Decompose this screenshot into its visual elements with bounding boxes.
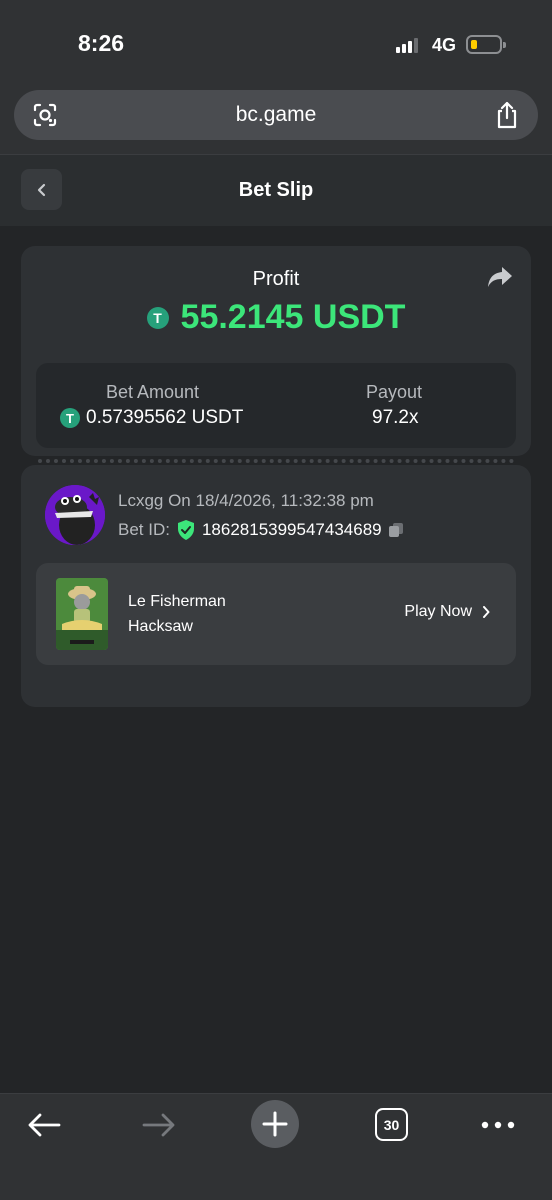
page: 8:26 4G bc.game Bet Slip Profit T 55.214…: [0, 0, 552, 1200]
profit-label: Profit: [252, 268, 300, 290]
profit-row: T 55.2145 USDT: [21, 298, 531, 337]
new-tab-button[interactable]: [251, 1100, 299, 1148]
usdt-coin-icon: T: [146, 306, 169, 329]
bet-details-card: Lcxgg On 18/4/2026, 11:32:38 pm Bet ID: …: [21, 465, 531, 707]
page-header: Bet Slip: [0, 155, 552, 226]
ticket-divider: [38, 459, 514, 463]
bet-id-label: Bet ID:: [118, 520, 170, 539]
signal-icon: [396, 37, 422, 53]
payout-value: 97.2x: [372, 407, 419, 428]
bet-amount-value: 0.57395562 USDT: [86, 407, 244, 428]
bet-amount-value-row: T 0.57395562 USDT: [60, 407, 243, 429]
browser-top-bar: 8:26 4G bc.game: [0, 0, 552, 155]
share-icon[interactable]: [494, 101, 520, 129]
verified-shield-icon: [177, 520, 194, 540]
profit-value: 55.2145 USDT: [180, 298, 406, 336]
profit-card: Profit T 55.2145 USDT Bet Amount T 0.573…: [21, 246, 531, 456]
plus-icon: [262, 1111, 288, 1137]
bet-user-time: Lcxgg On 18/4/2026, 11:32:38 pm: [118, 491, 374, 510]
forward-arrow-icon[interactable]: [141, 1112, 177, 1138]
page-title: Bet Slip: [238, 179, 314, 201]
usdt-coin-icon: T: [60, 408, 80, 428]
tabs-button[interactable]: 30: [375, 1108, 408, 1141]
address-bar[interactable]: bc.game: [14, 90, 538, 140]
browser-toolbar: 30: [0, 1093, 552, 1200]
play-now-label: Play Now: [404, 603, 472, 620]
more-icon[interactable]: [480, 1120, 516, 1130]
share-bet-icon[interactable]: [487, 265, 513, 289]
game-link[interactable]: Le Fisherman Hacksaw Play Now: [36, 563, 516, 665]
payout-label: Payout: [366, 382, 423, 402]
bet-amount-label: Bet Amount: [106, 382, 200, 402]
fisherman-thumbnail-icon: [56, 578, 108, 650]
status-time: 8:26: [78, 30, 125, 56]
play-now-button[interactable]: Play Now: [404, 603, 490, 621]
back-arrow-icon[interactable]: [26, 1112, 62, 1138]
game-name: Le Fisherman: [128, 593, 226, 610]
copy-icon[interactable]: [388, 522, 404, 538]
avatar[interactable]: [45, 485, 105, 545]
battery-icon: [466, 35, 506, 54]
network-type: 4G: [432, 35, 457, 55]
bet-id-row: Bet ID: 1862815399547434689: [118, 519, 404, 541]
crocodile-avatar-icon: [45, 485, 105, 545]
game-thumbnail: [56, 578, 108, 650]
url-text: bc.game: [235, 103, 317, 126]
chevron-right-icon: [483, 606, 490, 618]
bet-id-value: 1862815399547434689: [201, 520, 382, 539]
game-provider: Hacksaw: [128, 618, 193, 635]
bet-summary-box: Bet Amount T 0.57395562 USDT Payout 97.2…: [36, 363, 516, 448]
